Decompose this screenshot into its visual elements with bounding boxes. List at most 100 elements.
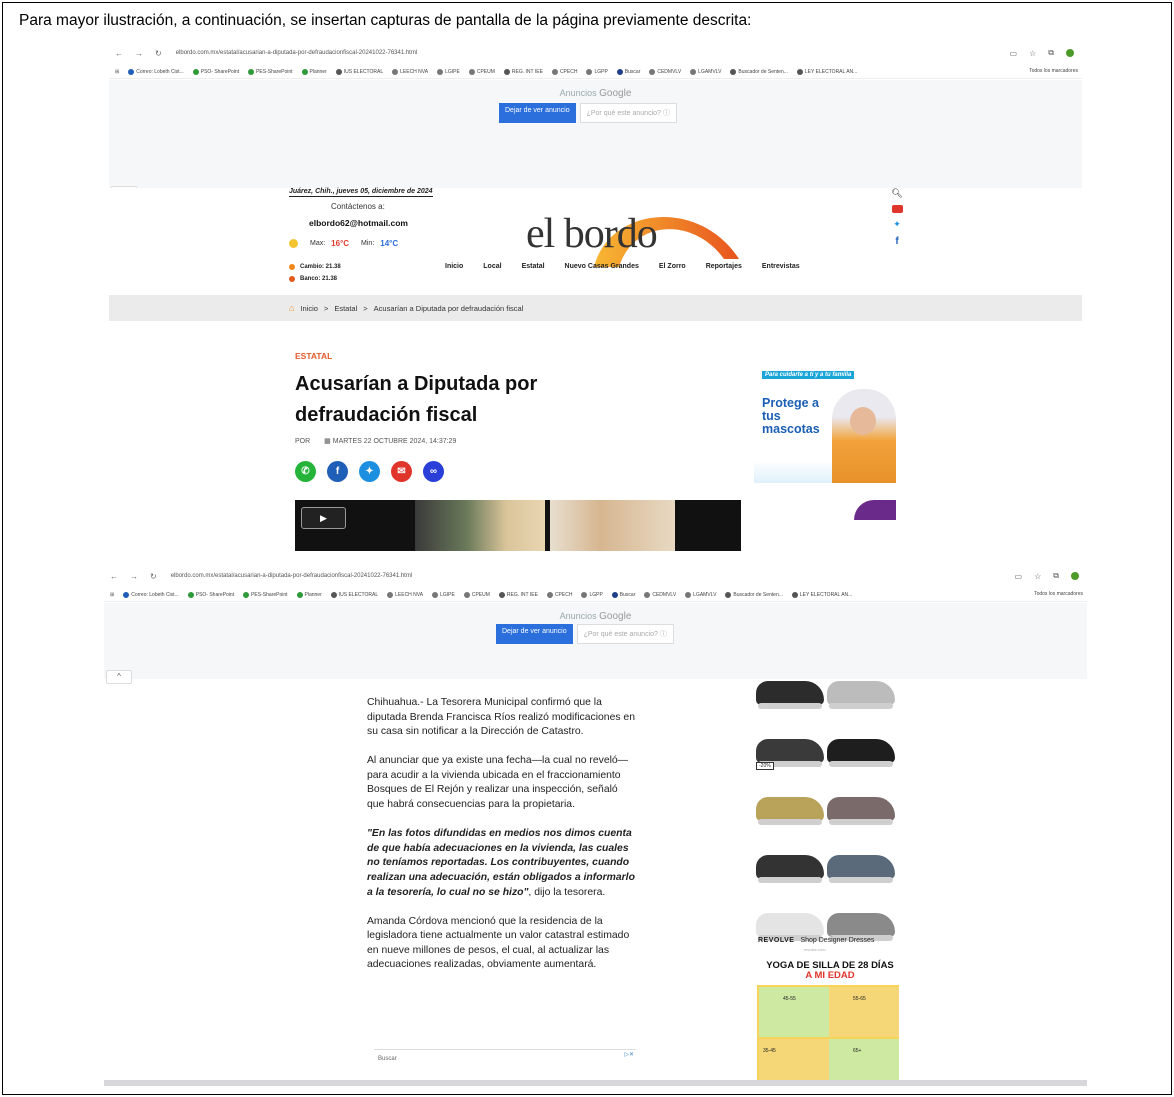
menu-item[interactable]: Inicio <box>445 263 463 270</box>
menu-item[interactable]: Nuevo Casas Grandes <box>565 263 639 270</box>
bookmark-item[interactable]: LEECH NVA <box>387 591 423 598</box>
bookmark-item[interactable]: LGIPE <box>437 68 460 75</box>
shoe-image[interactable] <box>756 739 824 767</box>
mail-icon[interactable]: ✉ <box>391 461 412 482</box>
section-tag[interactable]: ESTATAL <box>295 351 755 361</box>
search-input[interactable]: Buscar ▷✕ <box>374 1049 636 1069</box>
shoe-image[interactable] <box>756 913 824 941</box>
apps-icon[interactable]: ⊞ <box>115 69 119 75</box>
yoga-ad-image[interactable]: 45-55 55-65 35-45 65+ <box>757 985 899 1086</box>
bookmark-item[interactable]: CPECH <box>546 591 572 598</box>
bookmark-item[interactable]: Buscar <box>616 68 640 75</box>
side-ad-insurance[interactable]: Para cuidarte a ti y a tu familia Proteg… <box>754 371 896 483</box>
profile-avatar[interactable] <box>1071 572 1079 580</box>
site-logo[interactable]: el bordo <box>526 210 658 258</box>
bookmark-item[interactable]: Correo: Lobeth Cist... <box>123 591 179 598</box>
menu-item[interactable]: Reportajes <box>706 263 742 270</box>
breadcrumb-item[interactable]: Acusarían a Diputada por defraudación fi… <box>374 304 524 313</box>
main-menu: Inicio Local Estatal Nuevo Casas Grandes El … <box>445 263 800 270</box>
bookmark-item[interactable]: LGPP <box>586 68 608 75</box>
bookmark-item[interactable]: CPEUM <box>468 68 495 75</box>
bookmark-item[interactable]: IUS ELECTORAL <box>335 68 383 75</box>
search-icon[interactable]: 🔍︎ <box>891 188 902 199</box>
bookmark-item[interactable]: Buscar <box>611 591 635 598</box>
menu-item[interactable]: Estatal <box>522 263 545 270</box>
bookmark-item[interactable]: LEECH NVA <box>392 68 428 75</box>
bookmark-item[interactable]: Buscador de Senten... <box>730 68 788 75</box>
reload-icon[interactable]: ↻ <box>155 49 162 58</box>
shoe-image[interactable] <box>827 797 895 825</box>
bookmark-item[interactable]: PSO- SharePoint <box>192 68 239 75</box>
revolve-ad[interactable]: REVOLVE Shop Designer Dresses <box>758 937 874 944</box>
address-bar[interactable]: elbordo.com.mx/estatal/acusarian-a-diput… <box>171 573 412 579</box>
shoe-image[interactable] <box>827 913 895 941</box>
extensions-icon[interactable]: ⧉ <box>1048 48 1054 58</box>
all-bookmarks[interactable]: Todos los marcadores <box>1028 591 1083 597</box>
why-ad-button[interactable]: ¿Por qué este anuncio? ⓘ <box>579 103 677 123</box>
star-icon[interactable]: ☆ <box>1034 572 1041 581</box>
collapse-ad-icon[interactable]: ^ <box>106 670 132 684</box>
menu-item[interactable]: Local <box>483 263 501 270</box>
bookmark-item[interactable]: CPECH <box>551 68 577 75</box>
home-icon[interactable]: ⌂ <box>289 303 294 313</box>
facebook-icon[interactable]: f <box>895 236 898 247</box>
apps-icon[interactable]: ⊞ <box>110 592 114 598</box>
profile-avatar[interactable] <box>1066 49 1074 57</box>
shoe-image[interactable] <box>827 681 895 709</box>
bookmark-item[interactable]: CEDMVLV <box>649 68 681 75</box>
contact-email[interactable]: elbordo62@hotmail.com <box>309 218 408 228</box>
extensions-icon[interactable]: ⧉ <box>1053 571 1059 581</box>
forward-icon[interactable]: → <box>135 49 143 58</box>
bookmark-item[interactable]: Planner <box>301 68 327 75</box>
shoe-image[interactable] <box>756 797 824 825</box>
address-bar[interactable]: elbordo.com.mx/estatal/acusarian-a-diput… <box>176 50 417 56</box>
bookmark-item[interactable]: CEDMVLV <box>644 591 676 598</box>
why-ad-button[interactable]: ¿Por qué este anuncio? ⓘ <box>576 624 674 644</box>
bookmark-item[interactable]: LGIPE <box>432 591 455 598</box>
bookmark-item[interactable]: CPEUM <box>463 591 490 598</box>
twitter-share-icon[interactable]: ✦ <box>359 461 380 482</box>
breadcrumb-item[interactable]: Estatal <box>334 304 357 313</box>
bookmark-item[interactable]: LGAMVLV <box>690 68 721 75</box>
shoe-image[interactable] <box>756 855 824 883</box>
reload-icon[interactable]: ↻ <box>150 572 157 581</box>
shoe-image[interactable] <box>756 681 824 709</box>
menu-item[interactable]: El Zorro <box>659 263 686 270</box>
play-icon[interactable]: ▶ <box>301 507 346 529</box>
ad-choices-icon[interactable]: ▷✕ <box>624 1051 634 1058</box>
bookmark-item[interactable]: PES-SharePoint <box>243 591 288 598</box>
back-icon[interactable]: ← <box>115 49 123 58</box>
bookmark-item[interactable]: LEY ELECTORAL AN... <box>791 591 852 598</box>
whatsapp-icon[interactable]: ✆ <box>295 461 316 482</box>
bookmark-item[interactable]: Buscador de Senten... <box>725 591 783 598</box>
youtube-icon[interactable] <box>891 205 903 213</box>
shoe-ad[interactable] <box>756 664 906 954</box>
bookmark-item[interactable]: REG. INT IEE <box>503 68 543 75</box>
back-icon[interactable]: ← <box>110 572 118 581</box>
bookmark-item[interactable]: PSO- SharePoint <box>187 591 234 598</box>
all-bookmarks[interactable]: Todos los marcadores <box>1023 68 1078 74</box>
bookmark-item[interactable]: REG. INT IEE <box>498 591 538 598</box>
stop-ad-button[interactable]: Dejar de ver anuncio <box>499 103 576 123</box>
shoe-image[interactable] <box>827 739 895 767</box>
bookmark-item[interactable]: Planner <box>296 591 322 598</box>
twitter-icon[interactable]: ✦ <box>893 219 901 230</box>
cast-icon[interactable]: ▭ <box>1010 49 1018 58</box>
bookmark-item[interactable]: PES-SharePoint <box>248 68 293 75</box>
facebook-share-icon[interactable]: f <box>327 461 348 482</box>
breadcrumb-item[interactable]: Inicio <box>300 304 318 313</box>
star-icon[interactable]: ☆ <box>1029 49 1036 58</box>
bookmark-item[interactable]: LGAMVLV <box>685 591 716 598</box>
menu-item[interactable]: Entrevistas <box>762 263 800 270</box>
forward-icon[interactable]: → <box>130 572 138 581</box>
cast-icon[interactable]: ▭ <box>1015 572 1023 581</box>
bookmark-item[interactable]: IUS ELECTORAL <box>330 591 378 598</box>
video-player[interactable]: ▶ <box>295 500 741 551</box>
bookmark-item[interactable]: Correo: Lobeth Cist... <box>128 68 184 75</box>
bookmark-item[interactable]: LGPP <box>581 591 603 598</box>
link-icon[interactable]: ∞ <box>423 461 444 482</box>
bookmark-item[interactable]: LEY ELECTORAL AN... <box>796 68 857 75</box>
stop-ad-button[interactable]: Dejar de ver anuncio <box>496 624 573 644</box>
shoe-image[interactable] <box>827 855 895 883</box>
side-ad-purple[interactable] <box>854 500 896 520</box>
